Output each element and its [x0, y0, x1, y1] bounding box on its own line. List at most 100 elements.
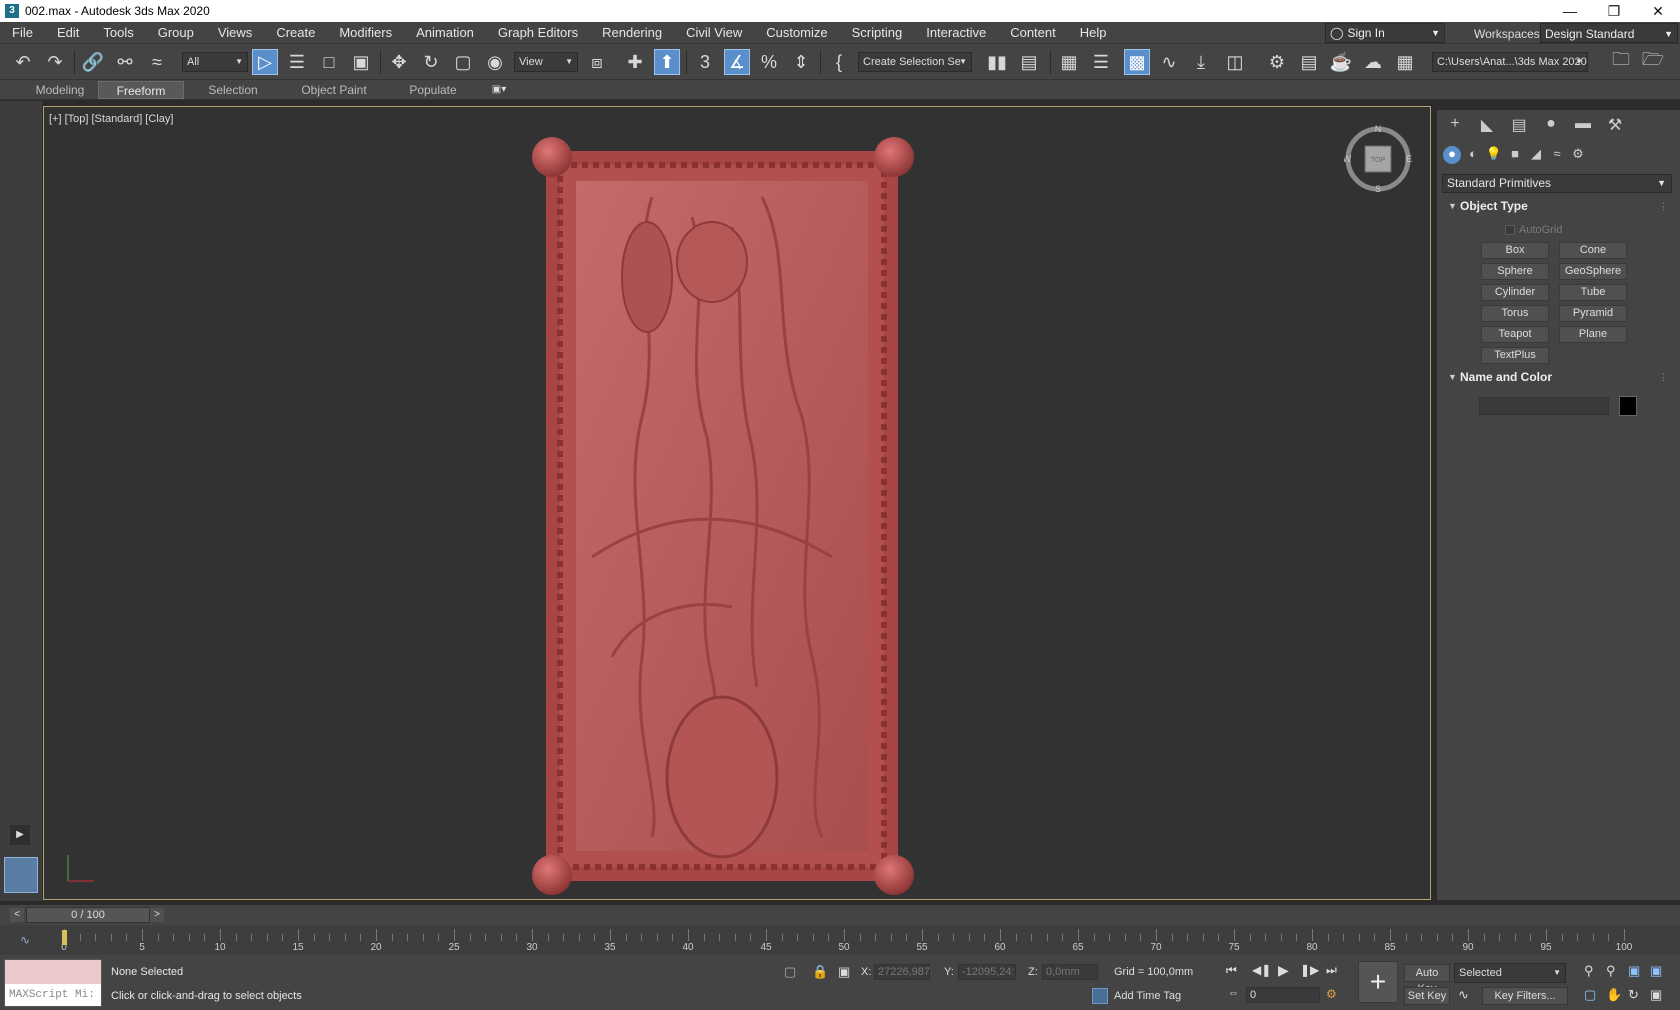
maximize-viewport-icon[interactable]: ▣: [1650, 987, 1662, 1003]
modify-tab-icon[interactable]: ◣: [1474, 115, 1500, 137]
menu-scripting[interactable]: Scripting: [840, 22, 915, 44]
curve-editor-icon[interactable]: ∿: [1156, 49, 1182, 75]
render-setup-icon[interactable]: ⚙: [1264, 49, 1290, 75]
torus-button[interactable]: Torus: [1481, 305, 1549, 322]
maxscript-listener[interactable]: MAXScript Mi:: [4, 959, 102, 1007]
isolate-selection-icon[interactable]: ▢: [784, 964, 796, 980]
select-object-icon[interactable]: ▷: [252, 49, 278, 75]
hierarchy-tab-icon[interactable]: ▤: [1506, 115, 1532, 137]
layer-explorer-icon[interactable]: ☰: [1088, 49, 1114, 75]
mirror-icon[interactable]: ▮▮: [984, 49, 1010, 75]
utilities-tab-icon[interactable]: ⚒: [1602, 115, 1628, 137]
x-coordinate-field[interactable]: 27226,987: [874, 964, 930, 980]
spinner-snap-icon[interactable]: ⇕: [788, 49, 814, 75]
pyramid-button[interactable]: Pyramid: [1559, 305, 1627, 322]
y-coordinate-field[interactable]: -12095,24:: [958, 964, 1016, 980]
pivot-center-icon[interactable]: ⧈: [584, 49, 610, 75]
viewport-layout-thumbnail[interactable]: [4, 857, 38, 893]
add-time-tag[interactable]: Add Time Tag: [1114, 990, 1181, 1002]
bind-space-warp-icon[interactable]: ≈: [144, 49, 170, 75]
zoom-extents-icon[interactable]: ▣: [1628, 963, 1640, 979]
menu-tools[interactable]: Tools: [91, 22, 145, 44]
edit-named-selection-icon[interactable]: {: [826, 49, 852, 75]
track-bar[interactable]: ∿ 0 5 10 15 20 25 30 35 40 45 50 55 60 65 70 75 80 85 90 95…: [0, 925, 1680, 955]
zoom-icon[interactable]: ⚲: [1584, 963, 1594, 979]
relief-model[interactable]: [532, 137, 914, 895]
geosphere-button[interactable]: GeoSphere: [1559, 263, 1627, 280]
unlink-icon[interactable]: ⚯: [112, 49, 138, 75]
menu-group[interactable]: Group: [146, 22, 206, 44]
render-in-cloud-icon[interactable]: ☁: [1360, 49, 1386, 75]
autogrid-checkbox[interactable]: AutoGrid: [1505, 224, 1562, 236]
menu-rendering[interactable]: Rendering: [590, 22, 674, 44]
object-color-swatch[interactable]: [1619, 396, 1637, 416]
link-icon[interactable]: 🔗: [80, 49, 106, 75]
sign-in-button[interactable]: ◯ Sign In ▼: [1325, 23, 1445, 43]
key-mode-toggle-icon[interactable]: ⇔: [1228, 987, 1239, 999]
tab-populate[interactable]: Populate: [390, 81, 476, 99]
key-mode-select[interactable]: Selected ▼: [1454, 963, 1566, 983]
key-filters-button[interactable]: Key Filters...: [1482, 987, 1568, 1005]
top-viewport[interactable]: [+] [Top] [Standard] [Clay] TOP N S E W: [43, 106, 1431, 900]
menu-customize[interactable]: Customize: [754, 22, 839, 44]
menu-animation[interactable]: Animation: [404, 22, 486, 44]
time-configuration-icon[interactable]: ⚙: [1326, 987, 1337, 1001]
redo-icon[interactable]: ↷: [42, 49, 68, 75]
cylinder-button[interactable]: Cylinder: [1481, 284, 1549, 301]
box-button[interactable]: Box: [1481, 242, 1549, 259]
lights-icon[interactable]: 💡: [1485, 146, 1503, 164]
tab-freeform[interactable]: Freeform: [98, 81, 184, 99]
menu-content[interactable]: Content: [998, 22, 1068, 44]
name-and-color-rollout-header[interactable]: ▼ Name and Color ⋮: [1442, 367, 1672, 387]
rotate-icon[interactable]: ↻: [418, 49, 444, 75]
menu-graph-editors[interactable]: Graph Editors: [486, 22, 590, 44]
tab-modeling[interactable]: Modeling: [22, 81, 98, 99]
menu-create[interactable]: Create: [264, 22, 327, 44]
menu-modifiers[interactable]: Modifiers: [327, 22, 404, 44]
set-project-folder-icon[interactable]: 🗁: [1640, 49, 1666, 75]
previous-frame-icon[interactable]: ◀❚: [1252, 963, 1271, 977]
snaps-toggle-icon[interactable]: 3: [692, 49, 718, 75]
angle-snap-icon[interactable]: ∡: [724, 49, 750, 75]
place-icon[interactable]: ◉: [482, 49, 508, 75]
time-slider[interactable]: 0 / 100: [26, 907, 150, 923]
align-icon[interactable]: ▤: [1016, 49, 1042, 75]
next-frame-button[interactable]: >: [150, 908, 164, 922]
next-frame-icon[interactable]: ❚▶: [1300, 963, 1319, 977]
named-selection-set-select[interactable]: Create Selection Se ▼: [858, 52, 972, 72]
selection-lock-icon[interactable]: 🔒: [812, 964, 828, 980]
schematic-view-icon[interactable]: ⤓: [1188, 49, 1214, 75]
orbit-icon[interactable]: ↻: [1628, 987, 1639, 1003]
current-frame-field[interactable]: 0: [1246, 987, 1320, 1003]
primitive-category-select[interactable]: Standard Primitives ▼: [1442, 174, 1672, 193]
shapes-icon[interactable]: ◐: [1464, 146, 1482, 164]
create-tab-icon[interactable]: +: [1442, 115, 1468, 137]
object-type-rollout-header[interactable]: ▼ Object Type ⋮: [1442, 196, 1672, 216]
a360-gallery-icon[interactable]: ▦: [1392, 49, 1418, 75]
menu-interactive[interactable]: Interactive: [914, 22, 998, 44]
project-folder-icon[interactable]: 🗀: [1608, 49, 1634, 75]
scale-icon[interactable]: ▢: [450, 49, 476, 75]
sphere-button[interactable]: Sphere: [1481, 263, 1549, 280]
tab-object-paint[interactable]: Object Paint: [284, 81, 384, 99]
key-tangent-icon[interactable]: ∿: [1458, 987, 1469, 1003]
go-to-start-icon[interactable]: ⏮: [1226, 963, 1237, 978]
teapot-button[interactable]: Teapot: [1481, 326, 1549, 343]
menu-edit[interactable]: Edit: [45, 22, 91, 44]
prev-frame-button[interactable]: <: [10, 908, 24, 922]
pan-view-icon[interactable]: ✋: [1606, 987, 1622, 1003]
menu-views[interactable]: Views: [206, 22, 264, 44]
zoom-all-icon[interactable]: ⚲: [1606, 963, 1616, 979]
zoom-extents-all-icon[interactable]: ▣: [1650, 963, 1662, 979]
rendered-frame-window-icon[interactable]: ▤: [1296, 49, 1322, 75]
render-production-icon[interactable]: ☕: [1328, 49, 1354, 75]
geometry-icon[interactable]: ●: [1443, 146, 1461, 164]
space-warps-icon[interactable]: ≈: [1548, 146, 1566, 164]
cone-button[interactable]: Cone: [1559, 242, 1627, 259]
toggle-ribbon-icon[interactable]: ▩: [1124, 49, 1150, 75]
project-path-select[interactable]: C:\Users\Anat...\3ds Max 2020 ▼: [1432, 52, 1588, 72]
workspace-select[interactable]: Design Standard ▼: [1540, 23, 1678, 43]
viewport-label[interactable]: [+] [Top] [Standard] [Clay]: [49, 113, 173, 125]
time-cursor[interactable]: [62, 930, 67, 945]
selection-filter-select[interactable]: All ▼: [182, 52, 248, 72]
